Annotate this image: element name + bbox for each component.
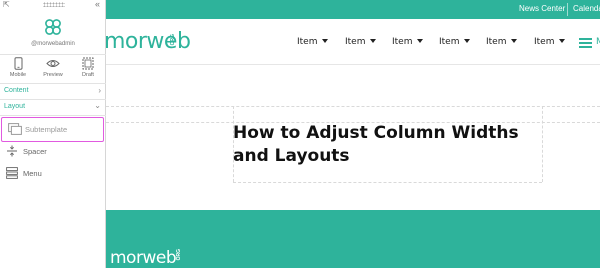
nav-item-label: Item — [392, 37, 413, 47]
chevron-right-icon: › — [98, 86, 101, 95]
nav-item-3[interactable]: Item — [392, 37, 423, 47]
nav-item-label: Item — [534, 37, 555, 47]
eye-icon — [46, 60, 60, 67]
draft-icon — [82, 57, 94, 70]
logo-org: ORG — [170, 34, 176, 46]
footer-logo[interactable]: morweb ORG — [110, 246, 182, 268]
nav-item-label: Item — [439, 37, 460, 47]
site-canvas: News Center Calendar morweb ORG Item Ite… — [106, 0, 600, 268]
divider — [0, 54, 106, 55]
expand-arrow-icon[interactable]: ⇱ — [3, 0, 10, 9]
mobile-icon — [14, 57, 22, 70]
page-content: How to Adjust Column Widths and Layouts — [106, 66, 600, 210]
draft-mode-button[interactable]: Draft — [73, 57, 103, 78]
mode-bar: Mobile Preview Draft — [0, 57, 106, 81]
username: @morwebadmin — [31, 41, 75, 47]
title-block[interactable]: How to Adjust Column Widths and Layouts — [233, 122, 542, 182]
logo-wordmark: morweb — [106, 29, 191, 54]
editor-panel: ⇱ « @morwebadmin Mobile Preview Draft Co… — [0, 0, 106, 268]
topbar-link-news-center[interactable]: News Center — [519, 4, 565, 13]
morweb-brand-icon — [45, 19, 61, 35]
nav-item-5[interactable]: Item — [486, 37, 517, 47]
mode-label: Mobile — [9, 72, 27, 78]
topbar-link-calendar[interactable]: Calendar — [573, 4, 600, 13]
item-label: Menu — [23, 169, 42, 178]
site-header: morweb ORG Item Item Item Item Item Item… — [106, 19, 600, 65]
caret-down-icon — [369, 39, 376, 43]
top-bar: News Center Calendar — [106, 0, 600, 19]
topbar-divider — [567, 3, 568, 16]
subtemplate-icon — [8, 123, 22, 135]
nav-item-2[interactable]: Item — [345, 37, 376, 47]
section-label: Content — [4, 87, 29, 94]
site-logo[interactable]: morweb ORG — [106, 29, 191, 54]
panel-top-bar: ⇱ « — [0, 0, 106, 10]
mode-label: Preview — [43, 72, 63, 78]
divider — [0, 115, 106, 116]
nav-item-label: Item — [297, 37, 318, 47]
site-footer: morweb ORG — [106, 210, 600, 268]
hamburger-icon — [579, 38, 592, 50]
section-layout[interactable]: Layout ⌄ — [0, 100, 106, 116]
caret-down-icon — [510, 39, 517, 43]
nav-item-1[interactable]: Item — [297, 37, 328, 47]
collapse-double-chevron-icon[interactable]: « — [95, 0, 100, 9]
mobile-mode-button[interactable]: Mobile — [3, 57, 33, 78]
nav-item-label: Item — [345, 37, 366, 47]
preview-mode-button[interactable]: Preview — [38, 57, 68, 78]
layout-item-spacer[interactable]: Spacer — [0, 140, 106, 162]
caret-down-icon — [463, 39, 470, 43]
footer-logo-org: ORG — [176, 249, 182, 261]
menu-label: M — [596, 37, 600, 47]
menu-icon — [6, 167, 18, 179]
page-title: How to Adjust Column Widths and Layouts — [233, 123, 519, 166]
item-label: Subtemplate — [25, 125, 68, 134]
nav-item-6[interactable]: Item — [534, 37, 565, 47]
section-label: Layout — [4, 103, 26, 110]
layout-guide — [106, 106, 600, 107]
chevron-down-icon: ⌄ — [94, 101, 101, 110]
footer-logo-wordmark: morweb — [110, 248, 177, 268]
caret-down-icon — [416, 39, 423, 43]
section-content[interactable]: Content › — [0, 84, 106, 100]
layout-guide — [542, 106, 543, 182]
layout-item-subtemplate[interactable]: Subtemplate — [1, 117, 104, 142]
caret-down-icon — [321, 39, 328, 43]
nav-item-4[interactable]: Item — [439, 37, 470, 47]
caret-down-icon — [558, 39, 565, 43]
layout-guide — [233, 182, 542, 183]
nav-item-label: Item — [486, 37, 507, 47]
layout-item-menu[interactable]: Menu — [0, 162, 106, 184]
mode-label: Draft — [82, 72, 94, 78]
spacer-icon — [7, 145, 17, 157]
drag-handle[interactable] — [43, 2, 65, 7]
item-label: Spacer — [23, 147, 47, 156]
